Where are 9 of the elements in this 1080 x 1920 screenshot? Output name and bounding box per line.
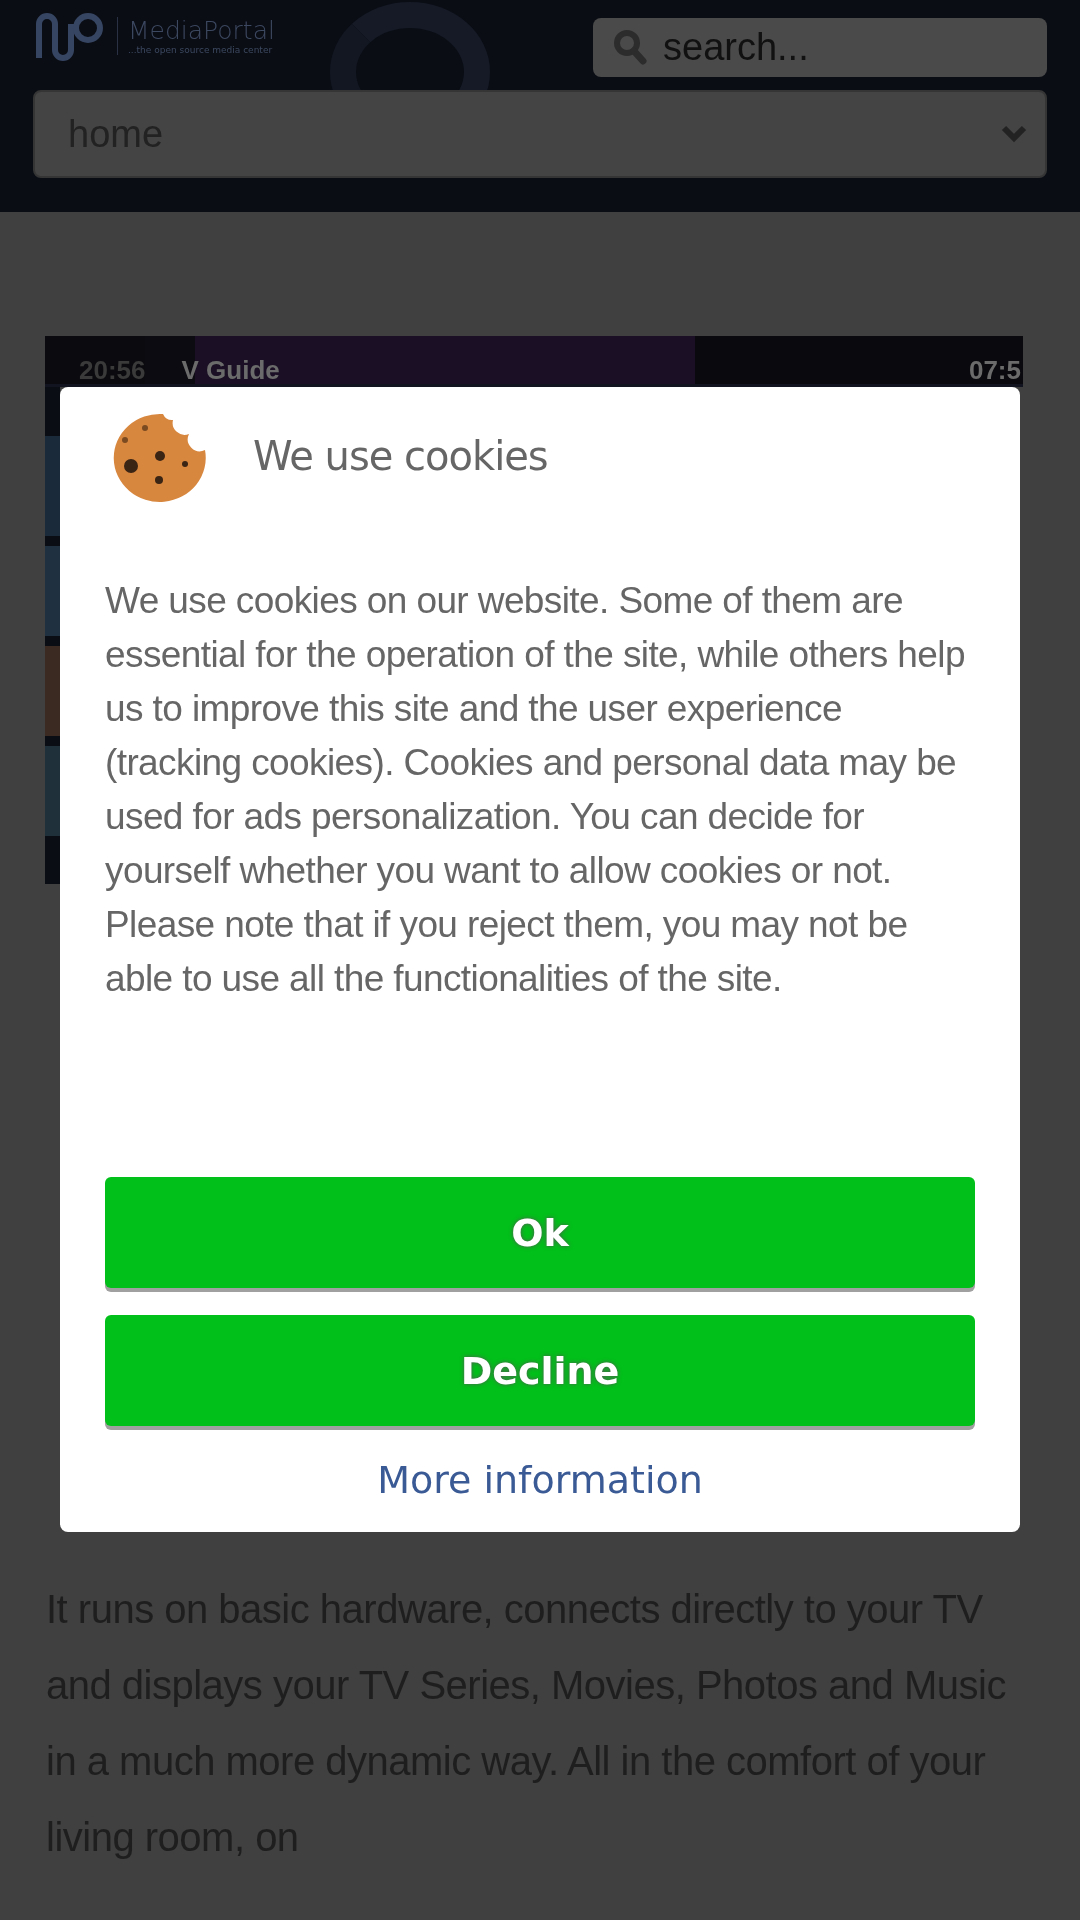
logo-icon [33,10,105,62]
cookie-message: We use cookies on our website. Some of them are essential for the operation of the site, while others help us to improve this site and the user experience (tracking cookies). Cookies and personal data may be used for ads personalization. You can decide for yourself whether you want to allow cookies or not. Please note that if you reject them, you may not be able to use all the functionalities of the site. [105,579,966,1001]
more-information-link[interactable]: More information [377,1458,703,1502]
dialog-title: We use cookies [253,433,548,479]
search-icon [613,29,647,65]
search-field[interactable]: search... [593,18,1047,77]
logo-name: MediaPortal [128,17,275,45]
logo-tagline: ...the open source media center [128,45,274,55]
chevron-down-icon [1001,125,1027,143]
